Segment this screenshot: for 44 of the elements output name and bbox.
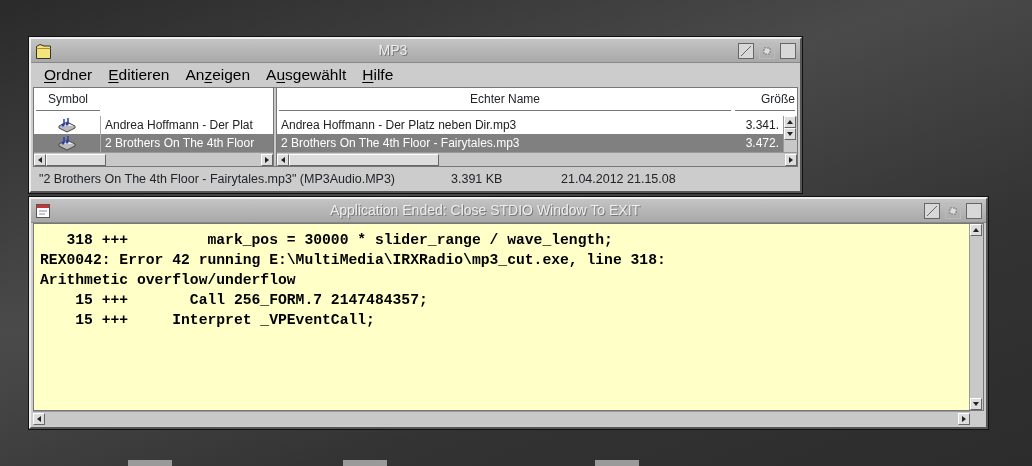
window-title: MP3 <box>377 41 409 60</box>
scroll-up-button[interactable] <box>784 116 796 128</box>
column-header[interactable]: Größe <box>735 88 795 111</box>
maximize-button[interactable] <box>780 42 796 59</box>
scroll-right-button[interactable] <box>958 412 970 425</box>
console-line: 15 +++ Interpret _VPEventCall; <box>74 311 376 330</box>
column-header[interactable]: Symbol <box>36 88 100 111</box>
menu-item[interactable]: Anzeigen <box>182 63 264 87</box>
menu-item[interactable]: Ordner <box>41 63 106 87</box>
table-cell-text: Andrea Hoffmann - Der Platz neben Dir.mp3 <box>280 117 518 134</box>
scroll-right-button[interactable] <box>261 153 273 166</box>
window-title: Application Ended: Close STDIO Window To EXIT <box>328 201 642 220</box>
audio-file-icon <box>57 117 77 133</box>
scrollbar-thumb[interactable] <box>289 153 439 166</box>
scroll-up-button[interactable] <box>970 224 982 236</box>
scroll-left-button[interactable] <box>33 412 45 425</box>
column-header[interactable]: Echter Name <box>279 88 731 111</box>
menu-item[interactable]: Ausgewählt <box>263 63 360 87</box>
folder-icon <box>35 41 53 60</box>
console-line: 15 +++ Call 256_FORM.7 2147484357; <box>74 291 429 310</box>
minimize-button[interactable] <box>924 202 940 219</box>
maximize-button[interactable] <box>966 202 982 219</box>
table-row[interactable]: 2 Brothers On The 4th Floor - Fairytales.mp3 3.472. <box>277 134 783 152</box>
menu-item[interactable]: Editieren <box>105 63 183 87</box>
scroll-down-button[interactable] <box>970 398 982 410</box>
scroll-left-button[interactable] <box>34 153 46 166</box>
console-line: REX0042: Error 42 running E:\MultiMedia\IRXRadio\mp3_cut.exe, line 318: <box>40 251 667 270</box>
scroll-down-button[interactable] <box>784 128 796 140</box>
menu-item[interactable]: Hilfe <box>359 63 407 87</box>
scroll-left-button[interactable] <box>277 153 289 166</box>
table-cell-text: 2 Brothers On The 4th Floor - Fairytales.mp3 <box>280 135 521 152</box>
status-text: 3.391 KB <box>451 170 504 188</box>
table-row[interactable]: 2 Brothers On The 4th Floor <box>34 134 273 152</box>
status-text: 21.04.2012 21.15.08 <box>561 170 676 188</box>
status-text: "2 Brothers On The 4th Floor - Fairytales.mp3" (MP3Audio.MP3) <box>39 170 396 188</box>
minimize-button[interactable] <box>738 42 754 59</box>
audio-file-icon <box>57 135 77 151</box>
console-line: Arithmetic overflow/underflow <box>40 271 297 290</box>
scroll-right-button[interactable] <box>785 153 797 166</box>
table-cell-text: 3.472. <box>744 135 780 152</box>
scrollbar-thumb[interactable] <box>46 153 106 166</box>
table-cell-text: 3.341. <box>744 117 780 134</box>
console-line: 318 +++ mark_pos = 30000 * slider_range / wave_length; <box>65 231 614 250</box>
window-icon <box>35 202 51 219</box>
